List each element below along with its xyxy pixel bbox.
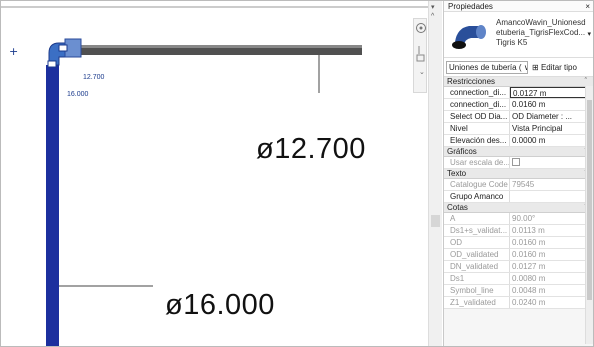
property-row: Ds1+s_validat... 0.0113 m [444,225,593,237]
property-row: A 90.00° [444,213,593,225]
properties-scroll-thumb[interactable] [587,100,592,300]
dim-label-small-2: 16.000 [67,91,89,98]
canvas-vertical-scrollbar[interactable]: ▾ ^ [428,1,442,346]
property-key: Select OD Dia... [444,111,510,122]
property-value-checkbox[interactable] [510,157,593,168]
property-value: 0.0080 m [512,274,546,283]
property-value: 79545 [512,180,535,189]
connector-grip-right [58,44,68,52]
property-row: Ds1 0.0080 m [444,273,593,285]
section-graficos[interactable]: Gráficos ˆ [444,147,593,157]
scroll-thumb[interactable] [431,215,440,227]
property-value: 0.0240 m [512,298,546,307]
property-key: OD [444,237,510,248]
category-filter-dropdown[interactable]: Uniones de tubería ( ∨ [446,61,528,74]
property-key: A [444,213,510,224]
vertical-pipe [46,65,59,346]
property-value: 0.0160 m [512,238,546,247]
steering-wheel-center [419,26,423,30]
property-row: Catalogue Code 79545 [444,179,593,191]
property-value-input[interactable] [510,191,593,202]
property-key: Nivel [444,123,510,134]
property-row: OD_validated 0.0160 m [444,249,593,261]
property-row[interactable]: Grupo Amanco [444,191,593,203]
property-value-dropdown[interactable]: OD Diameter : ... [510,111,593,122]
property-row[interactable]: Select OD Dia... OD Diameter : ... [444,111,593,123]
type-selector[interactable]: AmancoWavin_Unionesd etuberia_TigrisFlex… [444,12,593,58]
property-key: Symbol_line [444,285,510,296]
property-row: Z1_validated 0.0240 m [444,297,593,309]
property-key: Ds1+s_validat... [444,225,510,236]
edit-type-button[interactable]: ⊞ Editar tipo [532,61,577,74]
section-restricciones[interactable]: Restricciones ˆ [444,77,593,87]
section-texto-label: Texto [447,169,467,178]
close-icon[interactable]: × [585,1,590,12]
type-name: AmancoWavin_Unionesd etuberia_TigrisFlex… [496,18,586,47]
section-restricciones-label: Restricciones [447,77,496,86]
section-graficos-label: Gráficos [447,147,477,156]
property-value-input[interactable]: 0.0160 m [510,99,593,110]
dim-label-large-2: ø16.000 [165,289,275,321]
properties-title: Propiedades [448,2,493,11]
property-row[interactable]: connection_di... 0.0127 m [444,87,593,99]
edit-type-icon: ⊞ [532,63,541,72]
drawing-canvas[interactable]: + 12.700 16.000 ø12.700 ø16.000 [1,1,428,346]
type-dropdown-arrow-icon[interactable]: ▾ [587,30,591,38]
property-value: 0.0160 m [512,250,546,259]
property-row[interactable]: Elevación des... 0.0000 m [444,135,593,147]
section-cotas-label: Cotas [447,203,468,212]
properties-title-bar: Propiedades × [444,1,593,12]
property-value: 0.0127 m [512,262,546,271]
property-value: 0.0048 m [512,286,546,295]
property-row[interactable]: Nivel Vista Principal [444,123,593,135]
property-row[interactable]: connection_di... 0.0160 m [444,99,593,111]
property-key: OD_validated [444,249,510,260]
property-key: Catalogue Code [444,179,510,190]
property-value[interactable]: Vista Principal [510,123,593,134]
property-value-input[interactable]: 0.0127 m [510,87,593,98]
navigation-bar[interactable]: ⌄ [413,18,427,93]
property-key: connection_di... [444,87,510,98]
plus-marker: + [9,45,18,58]
scroll-up-icon[interactable]: ▾ [431,3,435,11]
properties-panel: Propiedades × AmancoWavin_Unionesd etube… [443,1,593,346]
property-key: Usar escala de... [444,157,510,168]
property-row: Symbol_line 0.0048 m [444,285,593,297]
zoom-region-icon [416,54,425,62]
property-row: DN_validated 0.0127 m [444,261,593,273]
selector-row: Uniones de tubería ( ∨ ⊞ Editar tipo [444,58,593,77]
fitting-thumbnail-icon [452,25,486,49]
section-texto[interactable]: Texto ˆ [444,169,593,179]
property-row: Usar escala de... [444,157,593,169]
property-key: DN_validated [444,261,510,272]
property-row: OD 0.0160 m [444,237,593,249]
navigation-bar-icons: ⌄ [416,23,426,76]
chevron-down-icon: ⌄ [419,68,425,76]
dim-label-small-1: 12.700 [83,74,105,81]
properties-scrollbar[interactable] [585,86,593,344]
property-key: Elevación des... [444,135,510,146]
horizontal-pipe-highlight [69,45,362,48]
connector-grip-bottom [47,60,57,68]
edit-type-label: Editar tipo [540,63,577,72]
dim-label-large-1: ø12.700 [256,133,366,165]
property-key: connection_di... [444,99,510,110]
property-key: Ds1 [444,273,510,284]
property-key: Grupo Amanco [444,191,510,202]
property-key: Z1_validated [444,297,510,308]
section-cotas[interactable]: Cotas ˆ [444,203,593,213]
property-value: 0.0113 m [512,226,545,235]
property-value: 90.00° [512,214,536,223]
scroll-caret-icon[interactable]: ^ [431,13,434,20]
property-value-input[interactable]: 0.0000 m [510,135,593,146]
checkbox[interactable] [512,158,520,166]
